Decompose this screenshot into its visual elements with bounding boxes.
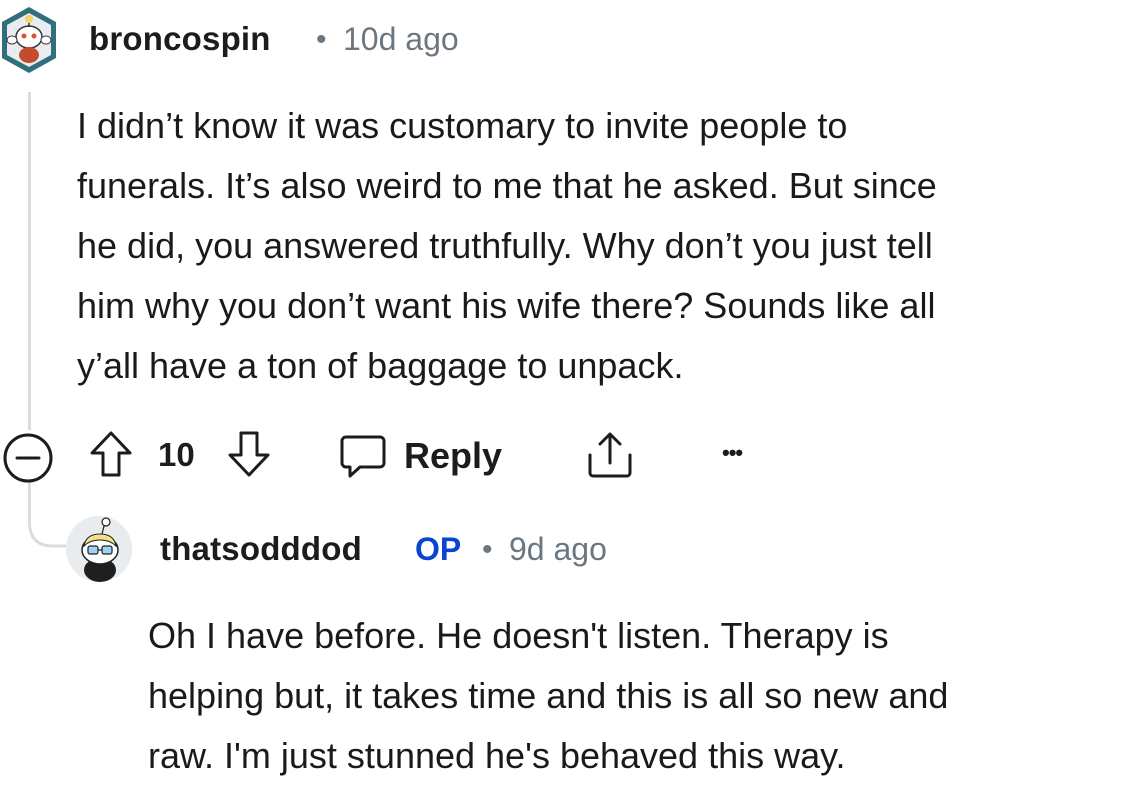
downvote-icon[interactable] bbox=[226, 429, 272, 479]
more-options-button[interactable]: ••• bbox=[722, 440, 743, 466]
comment-timestamp[interactable]: 9d ago bbox=[509, 531, 607, 568]
comment-body-line: he did, you answered truthfully. Why don… bbox=[77, 225, 933, 266]
upvote-icon[interactable] bbox=[88, 429, 134, 479]
comment-username[interactable]: thatsodddod bbox=[160, 530, 362, 568]
comment-body-line: I didn’t know it was customary to invite… bbox=[77, 105, 848, 146]
snoo-avatar-icon bbox=[2, 7, 56, 73]
snoo-avatar-icon bbox=[66, 516, 132, 582]
comment-username[interactable]: broncospin bbox=[89, 20, 271, 58]
comment-timestamp[interactable]: 10d ago bbox=[343, 21, 459, 58]
vote-score: 10 bbox=[158, 436, 195, 473]
reply-label: Reply bbox=[404, 435, 503, 476]
user-avatar[interactable] bbox=[0, 5, 58, 75]
comment-body-line: him why you don’t want his wife there? S… bbox=[77, 285, 936, 326]
comment-body-line: raw. I'm just stunned he's behaved this … bbox=[148, 735, 846, 776]
meta-separator: • bbox=[482, 533, 493, 566]
speech-bubble-icon bbox=[338, 431, 388, 481]
comment-body-line: Oh I have before. He doesn't listen. The… bbox=[148, 615, 889, 656]
meta-separator: • bbox=[316, 23, 327, 56]
comment-body-line: y’all have a ton of baggage to unpack. bbox=[77, 345, 684, 386]
thread-line-vertical bbox=[28, 92, 31, 430]
comment-body-line: helping but, it takes time and this is a… bbox=[148, 675, 949, 716]
collapse-icon[interactable] bbox=[2, 432, 54, 484]
op-badge: OP bbox=[415, 531, 462, 567]
share-icon[interactable] bbox=[584, 429, 636, 481]
comment-body-line: funerals. It’s also weird to me that he … bbox=[77, 165, 937, 206]
reply-button[interactable]: Reply bbox=[338, 428, 502, 484]
user-avatar[interactable] bbox=[66, 516, 132, 582]
